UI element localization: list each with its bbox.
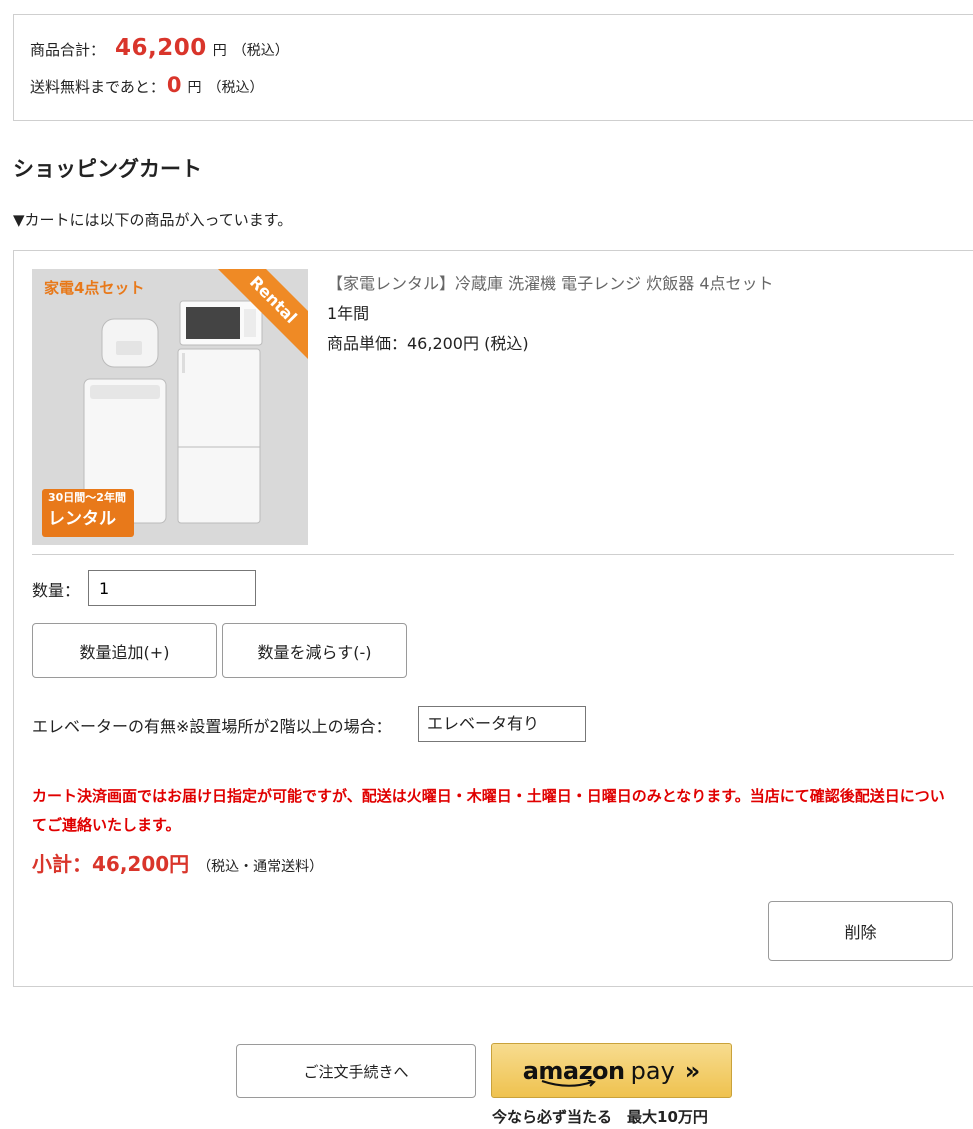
product-image[interactable]: 家電4点セット Rental 30日間〜2年間 レンタル	[32, 269, 308, 545]
free-shipping-label: 送料無料まであと：	[30, 78, 165, 96]
product-badge: 家電4点セット	[44, 279, 145, 297]
product-name-link[interactable]: 【家電レンタル】冷蔵庫 洗濯機 電子レンジ 炊飯器 4点セット	[327, 270, 774, 294]
amazon-promo-text: 今なら必ず当たる 最大10万円	[492, 1108, 708, 1126]
amazon-pay-label: pay	[630, 1056, 675, 1085]
delivery-notice: カート決済画面ではお届け日指定が可能ですが、配送は火曜日・木曜日・土曜日・日曜日…	[32, 787, 945, 834]
subtotal-label: 小計：46,200円	[32, 852, 190, 876]
free-shipping-unit: 円	[187, 80, 202, 96]
total-unit: 円	[212, 43, 227, 59]
total-row: 商品合計： 46,200 円 （税込）	[30, 35, 289, 61]
subtotal-note: （税込・通常送料）	[197, 859, 324, 875]
rice-cooker-icon	[101, 318, 159, 368]
elevator-select[interactable]: エレベータ有り	[418, 706, 586, 742]
divider	[32, 554, 954, 555]
cart-item: 家電4点セット Rental 30日間〜2年間 レンタル 【家電レンタル】冷蔵庫…	[13, 250, 973, 987]
fridge-icon	[177, 348, 261, 524]
free-shipping-tax: （税込）	[207, 80, 264, 96]
microwave-icon	[179, 300, 263, 346]
total-label: 商品合計：	[30, 41, 106, 59]
rental-term-big: レンタル	[48, 509, 116, 529]
free-shipping-amount: 0	[166, 73, 182, 97]
double-chevron-right-icon: »	[684, 1056, 701, 1085]
product-term: 1年間	[327, 304, 370, 323]
delete-button[interactable]: 削除	[768, 901, 953, 961]
page-title: ショッピングカート	[13, 157, 202, 181]
amazon-smile-icon	[541, 1080, 596, 1087]
decrease-quantity-button[interactable]: 数量を減らす(-)	[222, 623, 407, 678]
total-tax: （税込）	[232, 43, 289, 59]
quantity-label: 数量：	[32, 581, 81, 600]
quantity-input[interactable]	[88, 570, 256, 606]
rental-term-box: 30日間〜2年間 レンタル	[42, 489, 134, 537]
increase-quantity-button[interactable]: 数量追加(+)	[32, 623, 217, 678]
subtotal: 小計：46,200円 （税込・通常送料）	[32, 848, 323, 877]
free-shipping-row: 送料無料まであと： 0 円 （税込）	[30, 73, 263, 97]
elevator-label: エレベーターの有無※設置場所が2階以上の場合：	[32, 717, 392, 736]
amazon-pay-button[interactable]: amazon pay »	[491, 1043, 732, 1098]
checkout-button[interactable]: ご注文手続きへ	[236, 1044, 476, 1098]
total-amount: 46,200	[115, 35, 207, 61]
product-unit-price: 商品単価：46,200円 (税込)	[327, 334, 529, 353]
cart-summary: 商品合計： 46,200 円 （税込） 送料無料まであと： 0 円 （税込）	[13, 14, 973, 121]
rental-term-small: 30日間〜2年間	[48, 491, 126, 504]
cart-note: ▼カートには以下の商品が入っています。	[13, 211, 293, 229]
